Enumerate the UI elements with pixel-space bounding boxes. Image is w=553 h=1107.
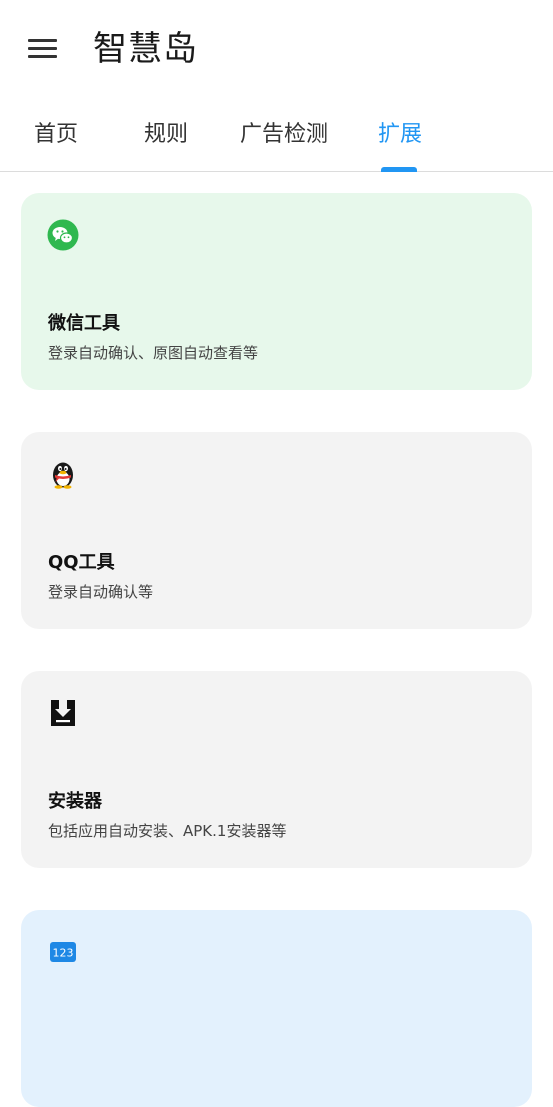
qq-tools-card[interactable]: QQ工具 登录自动确认等: [21, 432, 532, 629]
installer-card[interactable]: 安装器 包括应用自动安装、APK.1安装器等: [21, 671, 532, 868]
tab-home[interactable]: 首页: [34, 120, 78, 150]
installer-description: 包括应用自动安装、APK.1安装器等: [48, 822, 287, 840]
tab-ad-detection[interactable]: 广告检测: [240, 120, 328, 150]
app-title: 智慧岛: [93, 29, 198, 69]
installer-title: 安装器: [48, 791, 102, 812]
app-bar: 智慧岛: [0, 0, 553, 100]
wechat-tools-description: 登录自动确认、原图自动查看等: [48, 344, 259, 362]
wechat-tools-title: 微信工具: [48, 313, 120, 334]
numbers-icon-text: 123: [53, 947, 74, 960]
tab-rules[interactable]: 规则: [144, 120, 188, 150]
qq-tools-description: 登录自动确认等: [48, 583, 154, 601]
tab-extensions[interactable]: 扩展: [378, 120, 422, 150]
active-tab-indicator: [381, 167, 417, 172]
qq-tools-title: QQ工具: [48, 552, 115, 573]
hamburger-menu-icon[interactable]: [28, 39, 58, 61]
numbers-123-icon: 123: [47, 936, 79, 968]
wechat-icon: [47, 219, 79, 251]
qq-penguin-icon: [47, 458, 79, 490]
install-download-icon: [47, 697, 79, 729]
tab-bar: 首页 规则 广告检测 扩展: [0, 100, 553, 172]
numbers-tool-card[interactable]: 123: [21, 910, 532, 1107]
wechat-tools-card[interactable]: 微信工具 登录自动确认、原图自动查看等: [21, 193, 532, 390]
